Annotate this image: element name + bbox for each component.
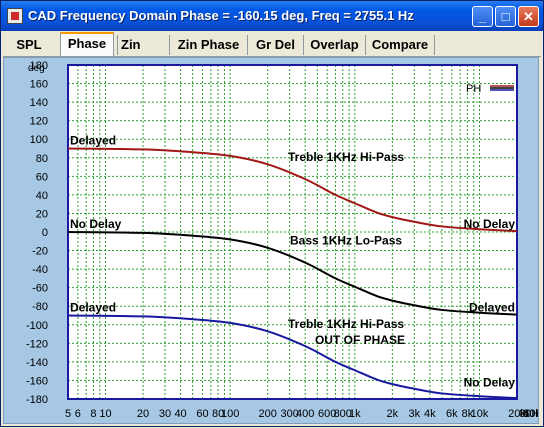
y-tick-label: 0 — [42, 227, 48, 239]
y-tick-label: -140 — [26, 357, 48, 369]
chart-annotation: Delayed — [70, 134, 116, 148]
x-tick-label: 2k — [387, 408, 399, 420]
tab-zin-phase[interactable]: Zin Phase — [169, 35, 247, 55]
x-tick-label: 10 — [99, 408, 111, 420]
y-tick-label: -180 — [26, 394, 48, 406]
chart-annotation: Delayed — [469, 301, 515, 315]
chart-annotation: OUT OF PHASE — [315, 333, 405, 347]
tab-compare[interactable]: Compare — [365, 35, 435, 55]
x-tick-label: 80Hz — [519, 408, 538, 420]
tab-zin[interactable]: Zin — [117, 35, 169, 55]
chart-annotation: Bass 1KHz Lo-Pass — [290, 234, 402, 248]
x-tick-label: 6 — [75, 408, 81, 420]
x-tick-label: 30 — [159, 408, 171, 420]
y-tick-label: -100 — [26, 320, 48, 332]
tab-phase[interactable]: Phase — [60, 32, 114, 56]
window-title: CAD Frequency Domain Phase = -160.15 deg… — [28, 8, 414, 23]
tab-spl[interactable]: SPL — [9, 35, 49, 55]
y-tick-label: 40 — [36, 190, 48, 202]
x-tick-label: 10k — [471, 408, 489, 420]
title-bar[interactable]: CAD Frequency Domain Phase = -160.15 deg… — [1, 1, 543, 31]
chart-annotation: Treble 1KHz Hi-Pass — [288, 150, 404, 164]
chart-panel: 180 160 140 120 100 80 60 40 20 0 -20 -40 -60 -80 -100… — [3, 57, 544, 424]
app-icon[interactable] — [7, 8, 23, 24]
y-tick-label: 120 — [30, 116, 48, 128]
x-tick-label: 200 — [259, 408, 277, 420]
y-tick-label: -20 — [32, 246, 48, 258]
x-tick-label: 60 — [196, 408, 208, 420]
x-tick-label: 3k — [408, 408, 420, 420]
chart-annotation: No Delay — [464, 376, 516, 390]
chart-annotation: No Delay — [464, 217, 516, 231]
x-tick-label: 100 — [221, 408, 239, 420]
tab-overlap[interactable]: Overlap — [303, 35, 365, 55]
close-button[interactable]: ✕ — [518, 6, 539, 27]
y-tick-label: -60 — [32, 283, 48, 295]
legend-label: PH — [466, 83, 481, 95]
tab-gr-del[interactable]: Gr Del — [247, 35, 303, 55]
chart-annotation: Delayed — [70, 301, 116, 315]
x-tick-label: 8 — [90, 408, 96, 420]
y-tick-label: -80 — [32, 301, 48, 313]
x-tick-label: 400 — [296, 408, 314, 420]
x-tick-label: 20 — [137, 408, 149, 420]
phase-chart[interactable]: 180160140120100806040200-20-40-60-80-100… — [4, 58, 544, 423]
x-tick-label: 1k — [349, 408, 361, 420]
y-tick-label: 60 — [36, 171, 48, 183]
y-tick-label: 160 — [30, 79, 48, 91]
tab-bar: SPL Phase Zin Zin Phase Gr Del Overlap C… — [3, 32, 541, 57]
y-tick-label: -40 — [32, 264, 48, 276]
y-tick-label: 140 — [30, 97, 48, 109]
x-tick-label: 5 — [65, 408, 71, 420]
y-axis-label: deg — [28, 63, 45, 74]
y-tick-label: -160 — [26, 375, 48, 387]
x-tick-label: 4k — [424, 408, 436, 420]
y-tick-label: 80 — [36, 153, 48, 165]
x-tick-label: 6k — [446, 408, 458, 420]
y-tick-label: 20 — [36, 208, 48, 220]
chart-annotation: Treble 1KHz Hi-Pass — [288, 317, 404, 331]
x-tick-label: 40 — [174, 408, 186, 420]
y-tick-label: -120 — [26, 338, 48, 350]
minimize-button[interactable]: _ — [472, 6, 493, 27]
app-window: CAD Frequency Domain Phase = -160.15 deg… — [0, 0, 544, 427]
maximize-button[interactable]: □ — [495, 6, 516, 27]
chart-annotation: No Delay — [70, 217, 122, 231]
y-tick-label: 100 — [30, 134, 48, 146]
